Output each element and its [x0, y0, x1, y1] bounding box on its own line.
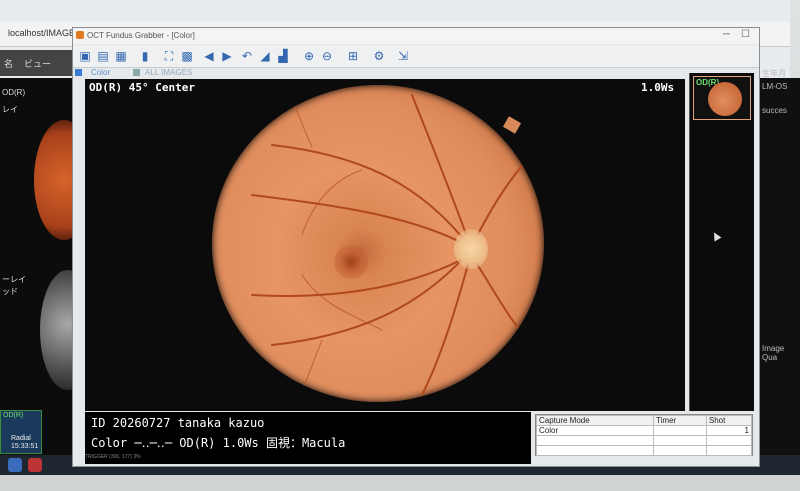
thumbnail-column: OD(R) — [689, 73, 754, 411]
left-panel: OD(R) レイ ーレイ ッド — [0, 78, 95, 458]
table-row[interactable] — [535, 435, 753, 446]
app-window: OCT Fundus Grabber - [Color] ─ ☐ ▣ ▤ ▦ ▮… — [72, 27, 760, 467]
layout-icon[interactable]: ⊞ — [345, 48, 361, 64]
left-bottom-thumb[interactable]: OD(R) Radial 15:33:51 — [0, 410, 42, 454]
zoom-out-icon[interactable]: ⊖ — [319, 48, 335, 64]
toolbar: ▣ ▤ ▦ ▮ ⛶ ▩ ◀ ▶ ↶ ◢ ▟ ⊕ ⊖ ⊞ ⚙ ⇲ — [73, 45, 759, 68]
app-logo-icon — [76, 31, 84, 39]
right-label-success: succes — [762, 106, 787, 115]
optic-disc — [454, 229, 488, 269]
background-tab-view[interactable]: ビュー — [24, 57, 51, 70]
eye-position-label: OD(R) 45° Center — [89, 81, 195, 94]
export-icon[interactable]: ▦ — [113, 48, 129, 64]
app-title: OCT Fundus Grabber - [Color] — [87, 31, 195, 40]
patient-id-name: ID 20260727 tanaka kazuo — [91, 416, 265, 430]
capture-table: Capture Mode Timer Shot Color 1 — [535, 414, 753, 456]
settings-icon[interactable]: ⚙ — [371, 48, 387, 64]
shot-header: Shot — [705, 415, 753, 426]
background-tab-name[interactable]: 名 — [4, 57, 13, 70]
table-row[interactable] — [535, 445, 753, 456]
right-label-quality: Image Qua — [762, 344, 785, 362]
capture-mode-header: Capture Mode — [535, 415, 655, 426]
actual-size-icon[interactable]: ▩ — [179, 48, 195, 64]
patient-info: ID 20260727 tanaka kazuo Color ─‥─‥─ OD(… — [85, 412, 531, 454]
left-label-od: OD(R) — [2, 88, 26, 97]
right-label-dob: 生年月 — [762, 69, 786, 78]
undo-icon[interactable]: ↶ — [239, 48, 255, 64]
retina-vessels — [251, 94, 533, 396]
app-titlebar: OCT Fundus Grabber - [Color] ─ ☐ — [73, 28, 759, 44]
fundus-image — [212, 85, 544, 402]
thumbnail-od[interactable]: OD(R) — [693, 76, 751, 120]
left-label-overlay[interactable]: レイ — [2, 104, 18, 115]
background-toolbar: 名 ビュー — [0, 50, 75, 76]
timer-header: Timer — [653, 415, 707, 426]
capture-details: Color ─‥─‥─ OD(R) 1.0Ws 固視：Macula — [91, 436, 346, 450]
fundus-viewer[interactable]: OD(R) 45° Center 1.0Ws — [85, 79, 685, 411]
tab-all-images[interactable]: ALL IMAGES — [145, 68, 192, 77]
zoom-in-icon[interactable]: ⊕ — [301, 48, 317, 64]
taskbar-app-icon[interactable] — [28, 458, 42, 472]
exit-icon[interactable]: ⇲ — [395, 48, 411, 64]
left-label-grid[interactable]: ッド — [2, 286, 18, 297]
left-bottom-time: 15:33:51 — [11, 443, 39, 450]
save-icon[interactable]: ▣ — [77, 48, 93, 64]
fit-icon[interactable]: ⛶ — [161, 48, 177, 64]
delete-icon[interactable]: ▮ — [137, 48, 153, 64]
table-row[interactable]: Color 1 — [535, 425, 753, 436]
level-icon[interactable]: ◢ — [257, 48, 273, 64]
left-bottom-radial: Radial — [11, 435, 31, 442]
forward-icon[interactable]: ▶ — [219, 48, 235, 64]
maximize-button[interactable]: ☐ — [741, 29, 750, 40]
left-bottom-label: OD(R) — [3, 412, 24, 419]
color-tab-icon — [75, 69, 82, 76]
status-line: TRIGGER (306, 177) 3% — [85, 454, 531, 464]
left-label-overlay2[interactable]: ーレイ — [2, 274, 26, 285]
right-panel: 生年月 LM-OS succes Image Qua — [758, 69, 800, 458]
fovea — [334, 245, 368, 279]
all-images-tab-icon — [133, 69, 140, 76]
tab-strip: Color ALL IMAGES — [73, 68, 759, 79]
cell-timer — [653, 425, 707, 436]
print-icon[interactable]: ▤ — [95, 48, 111, 64]
taskbar-start-icon[interactable] — [8, 458, 22, 472]
back-icon[interactable]: ◀ — [201, 48, 217, 64]
exposure-label: 1.0Ws — [641, 81, 675, 94]
histogram-icon[interactable]: ▟ — [275, 48, 291, 64]
cell-shot: 1 — [705, 425, 753, 436]
minimize-button[interactable]: ─ — [723, 29, 730, 40]
tab-color[interactable]: Color — [91, 68, 110, 77]
right-label-lm: LM-OS — [762, 82, 788, 91]
thumbnail-image — [708, 82, 742, 116]
cell-mode: Color — [535, 425, 655, 436]
